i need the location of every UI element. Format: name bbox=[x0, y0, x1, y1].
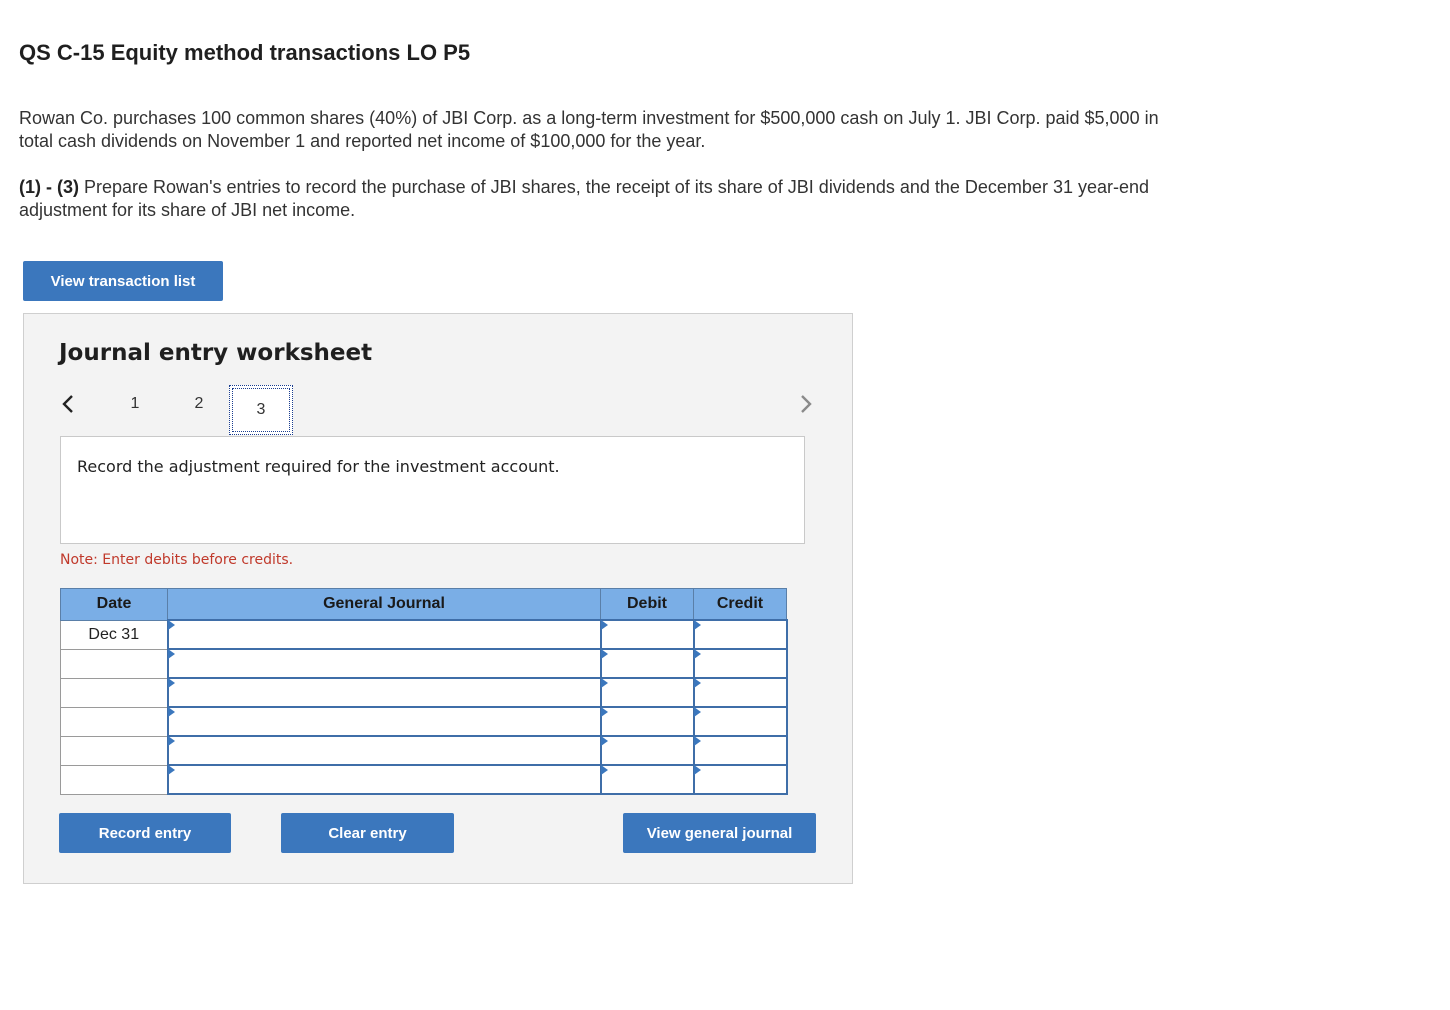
requirement-text: Prepare Rowan's entries to record the pu… bbox=[19, 177, 1150, 220]
instruction-text: Record the adjustment required for the i… bbox=[77, 457, 560, 476]
date-cell bbox=[60, 764, 168, 795]
credit-input[interactable] bbox=[694, 621, 786, 648]
date-cell bbox=[60, 677, 168, 708]
account-input[interactable] bbox=[168, 679, 600, 706]
chevron-right-icon bbox=[801, 395, 812, 413]
debit-cell bbox=[599, 735, 695, 766]
account-cell bbox=[166, 619, 602, 650]
table-row bbox=[60, 706, 788, 737]
table-row bbox=[60, 764, 788, 795]
page-title: QS C-15 Equity method transactions LO P5 bbox=[19, 40, 471, 65]
account-input[interactable] bbox=[168, 621, 600, 648]
debit-column-header: Debit bbox=[600, 588, 694, 621]
date-cell bbox=[60, 648, 168, 679]
clear-entry-button[interactable]: Clear entry bbox=[281, 813, 454, 853]
view-general-journal-button[interactable]: View general journal bbox=[623, 813, 816, 853]
account-cell bbox=[166, 677, 602, 708]
table-row bbox=[60, 648, 788, 679]
debit-cell bbox=[599, 648, 695, 679]
credit-column-header: Credit bbox=[693, 588, 787, 621]
instruction-box: Record the adjustment required for the i… bbox=[60, 436, 805, 544]
credit-input[interactable] bbox=[694, 766, 786, 793]
credit-cell bbox=[692, 648, 788, 679]
debit-input[interactable] bbox=[601, 708, 693, 735]
credit-cell bbox=[692, 706, 788, 737]
entry-note: Note: Enter debits before credits. bbox=[60, 552, 294, 568]
debit-input[interactable] bbox=[601, 650, 693, 677]
table-row bbox=[60, 677, 788, 708]
account-input[interactable] bbox=[168, 737, 600, 764]
debit-cell bbox=[599, 764, 695, 795]
debit-input[interactable] bbox=[601, 737, 693, 764]
date-cell bbox=[60, 706, 168, 737]
date-cell: Dec 31 bbox=[60, 619, 168, 650]
date-cell bbox=[60, 735, 168, 766]
account-input[interactable] bbox=[168, 708, 600, 735]
debit-cell bbox=[599, 677, 695, 708]
problem-requirements: (1) - (3) Prepare Rowan's entries to rec… bbox=[19, 176, 1189, 222]
account-input[interactable] bbox=[168, 650, 600, 677]
account-cell bbox=[166, 648, 602, 679]
debit-input[interactable] bbox=[601, 679, 693, 706]
worksheet-title: Journal entry worksheet bbox=[59, 340, 373, 366]
journal-table: Date General Journal Debit Credit Dec 31 bbox=[60, 588, 788, 795]
date-column-header: Date bbox=[60, 588, 168, 621]
journal-header-row: Date General Journal Debit Credit bbox=[60, 588, 787, 621]
general-journal-column-header: General Journal bbox=[167, 588, 601, 621]
step-tab-2[interactable]: 2 bbox=[184, 390, 214, 418]
account-cell bbox=[166, 706, 602, 737]
credit-input[interactable] bbox=[694, 679, 786, 706]
credit-cell bbox=[692, 619, 788, 650]
debit-input[interactable] bbox=[601, 766, 693, 793]
account-cell bbox=[166, 735, 602, 766]
prev-step-button[interactable] bbox=[56, 390, 80, 418]
next-step-button[interactable] bbox=[794, 390, 818, 418]
chevron-left-icon bbox=[62, 395, 73, 413]
credit-input[interactable] bbox=[694, 708, 786, 735]
credit-cell bbox=[692, 677, 788, 708]
requirement-range: (1) - (3) bbox=[19, 177, 79, 197]
credit-cell bbox=[692, 735, 788, 766]
step-tab-3-active[interactable]: 3 bbox=[229, 385, 293, 435]
problem-description: Rowan Co. purchases 100 common shares (4… bbox=[19, 108, 1159, 151]
debit-cell bbox=[599, 619, 695, 650]
journal-entry-worksheet-panel: Journal entry worksheet 1 2 3 Record the… bbox=[23, 313, 853, 884]
debit-input[interactable] bbox=[601, 621, 693, 648]
account-input[interactable] bbox=[168, 766, 600, 793]
view-transaction-list-button[interactable]: View transaction list bbox=[23, 261, 223, 301]
table-row bbox=[60, 735, 788, 766]
debit-cell bbox=[599, 706, 695, 737]
credit-cell bbox=[692, 764, 788, 795]
step-tab-1[interactable]: 1 bbox=[120, 390, 150, 418]
record-entry-button[interactable]: Record entry bbox=[59, 813, 231, 853]
table-row: Dec 31 bbox=[60, 619, 788, 650]
credit-input[interactable] bbox=[694, 650, 786, 677]
credit-input[interactable] bbox=[694, 737, 786, 764]
account-cell bbox=[166, 764, 602, 795]
